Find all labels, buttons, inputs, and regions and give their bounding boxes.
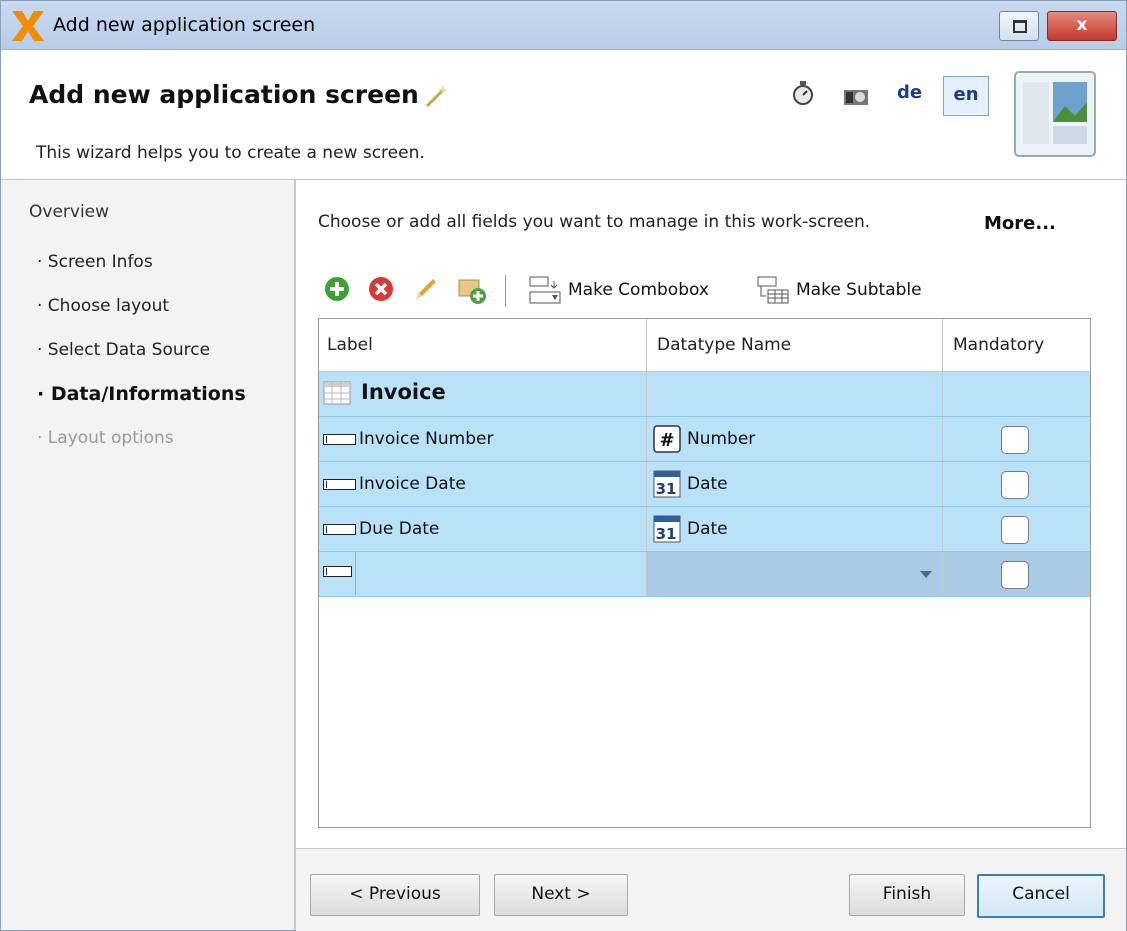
mandatory-cell	[943, 552, 1090, 596]
chevron-down-icon[interactable]	[920, 571, 932, 578]
step-data-informations[interactable]: · Data/Informations	[37, 383, 246, 405]
window-title: Add new application screen	[53, 14, 316, 36]
main-panel: Choose or add all fields you want to man…	[296, 180, 1126, 931]
datatype-label: Date	[687, 474, 728, 494]
label-cell[interactable]	[319, 552, 646, 596]
column-divider	[646, 462, 647, 506]
make-subtable-button[interactable]: Make Subtable	[796, 280, 922, 300]
wizard-header: Add new application screen This wizard h…	[1, 50, 1126, 180]
overview-label: Overview	[29, 202, 110, 222]
restore-icon	[1013, 20, 1027, 33]
mandatory-cell	[943, 462, 1090, 506]
finish-button[interactable]: Finish	[849, 874, 965, 916]
text-field-icon	[323, 524, 356, 535]
datatype-label: Date	[687, 519, 728, 539]
column-header-mandatory[interactable]: Mandatory	[953, 335, 1044, 355]
wizard-footer: < Previous Next > Finish Cancel	[296, 848, 1126, 931]
group-label-cell: Invoice	[319, 372, 646, 416]
import-icon[interactable]	[456, 275, 488, 305]
column-header-datatype[interactable]: Datatype Name	[657, 335, 791, 355]
group-label: Invoice	[361, 380, 446, 404]
column-divider	[942, 507, 943, 551]
column-divider	[646, 507, 647, 551]
page-description: This wizard helps you to create a new sc…	[36, 143, 425, 163]
make-subtable-icon	[757, 276, 789, 304]
datatype-label: Number	[687, 429, 756, 449]
wizard-window: Add new application screen x Add new app…	[0, 0, 1127, 931]
step-layout-options: · Layout options	[37, 428, 174, 448]
grid-header: Label Datatype Name Mandatory	[319, 319, 1090, 372]
svg-text:31: 31	[656, 525, 677, 543]
new-field-row[interactable]	[319, 552, 1090, 597]
toolbar-separator	[505, 275, 506, 307]
datatype-cell[interactable]: # Number	[647, 417, 942, 461]
previous-button[interactable]: < Previous	[310, 874, 480, 916]
make-combobox-icon	[529, 276, 561, 304]
page-title: Add new application screen	[29, 80, 419, 109]
title-bar: Add new application screen x	[1, 1, 1126, 50]
remove-icon[interactable]	[367, 275, 395, 303]
column-divider	[646, 319, 647, 371]
label-cell[interactable]: Invoice Number	[319, 417, 646, 461]
hash-icon: #	[653, 425, 681, 453]
mandatory-cell	[943, 507, 1090, 551]
mandatory-checkbox[interactable]	[1001, 471, 1029, 499]
column-divider	[942, 372, 943, 416]
step-screen-infos[interactable]: · Screen Infos	[37, 252, 153, 272]
mandatory-checkbox[interactable]	[1001, 426, 1029, 454]
camera-icon[interactable]	[843, 86, 869, 106]
row-label: Invoice Number	[359, 429, 494, 449]
column-divider	[942, 319, 943, 371]
table-group-row[interactable]: Invoice	[319, 372, 1090, 417]
column-divider	[646, 372, 647, 416]
mandatory-checkbox[interactable]	[1001, 516, 1029, 544]
text-field-icon	[323, 566, 352, 577]
column-divider	[646, 417, 647, 461]
row-label: Due Date	[359, 519, 440, 539]
svg-text:31: 31	[656, 480, 677, 498]
table-row[interactable]: Invoice Date 31 Date	[319, 462, 1090, 507]
more-link[interactable]: More...	[984, 213, 1056, 234]
text-field-icon	[323, 479, 356, 490]
datatype-cell[interactable]: 31 Date	[647, 507, 942, 551]
table-row[interactable]: Due Date 31 Date	[319, 507, 1090, 552]
column-divider	[942, 462, 943, 506]
svg-text:#: #	[659, 430, 674, 451]
restore-button[interactable]	[999, 11, 1039, 41]
table-row[interactable]: Invoice Number # Number	[319, 417, 1090, 462]
instruction-text: Choose or add all fields you want to man…	[318, 212, 871, 232]
row-label: Invoice Date	[359, 474, 466, 494]
table-icon	[323, 381, 351, 405]
make-combobox-button[interactable]: Make Combobox	[568, 280, 709, 300]
column-header-label[interactable]: Label	[327, 335, 373, 355]
language-en[interactable]: en	[943, 76, 989, 116]
wizard-steps-sidebar: Overview · Screen Infos · Choose layout …	[1, 180, 296, 930]
magic-wand-icon	[425, 85, 448, 108]
language-de[interactable]: de	[897, 82, 922, 103]
app-logo-icon	[12, 11, 44, 41]
next-button[interactable]: Next >	[494, 874, 628, 916]
step-choose-layout[interactable]: · Choose layout	[37, 296, 169, 316]
datatype-dropdown[interactable]	[647, 552, 942, 596]
text-field-icon	[323, 434, 356, 445]
mandatory-checkbox[interactable]	[1001, 561, 1029, 589]
screen-document-icon	[1014, 71, 1096, 157]
step-select-data-source[interactable]: · Select Data Source	[37, 340, 210, 360]
datatype-cell[interactable]: 31 Date	[647, 462, 942, 506]
calendar-icon: 31	[653, 470, 681, 498]
add-icon[interactable]	[323, 275, 351, 303]
column-divider	[942, 552, 943, 596]
new-label-input[interactable]	[355, 552, 646, 595]
label-cell[interactable]: Invoice Date	[319, 462, 646, 506]
label-cell[interactable]: Due Date	[319, 507, 646, 551]
calendar-icon: 31	[653, 515, 681, 543]
mandatory-cell	[943, 417, 1090, 461]
cancel-button[interactable]: Cancel	[977, 874, 1105, 918]
stopwatch-icon[interactable]	[791, 80, 815, 106]
close-button[interactable]: x	[1047, 11, 1117, 41]
column-divider	[646, 552, 647, 596]
column-divider	[942, 417, 943, 461]
pencil-icon[interactable]	[412, 275, 440, 303]
fields-grid: Label Datatype Name Mandatory Invoice In…	[318, 318, 1091, 828]
